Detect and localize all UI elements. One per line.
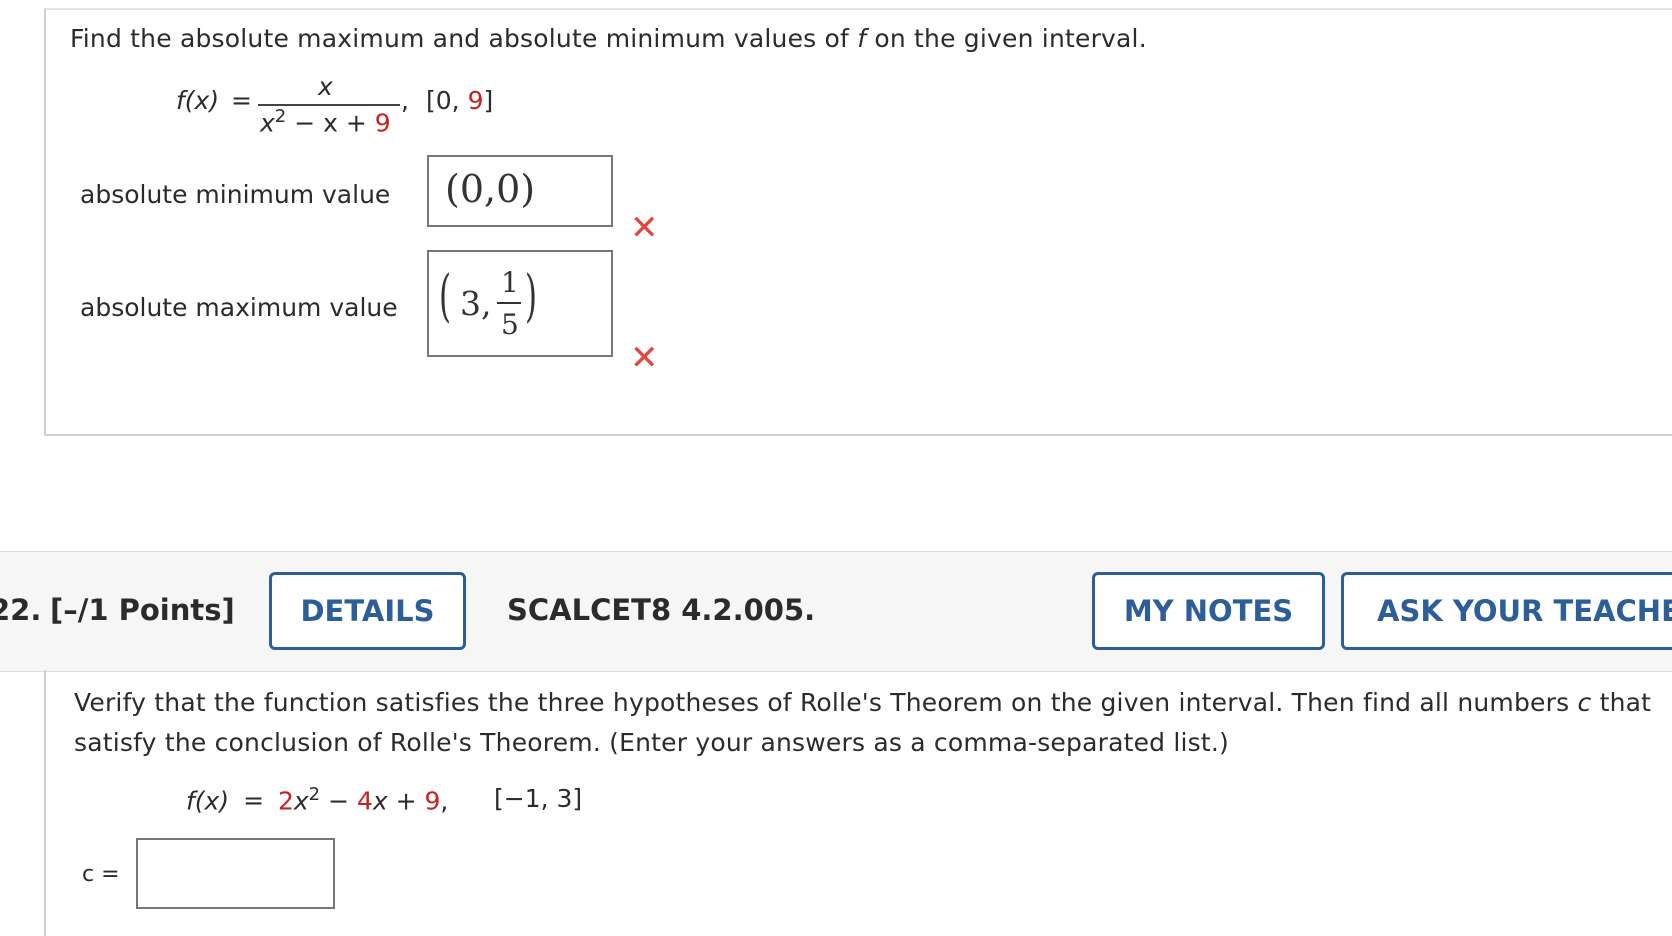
q2-prompt-line1: Verify that the function satisfies the t… (74, 688, 1672, 717)
q1-den-rest: − x + (286, 108, 375, 138)
q1-denominator: x2 − x + 9 (260, 106, 391, 137)
q1-comma: , (401, 86, 409, 115)
q1-interval: [0, 9] (426, 86, 493, 115)
q1-prompt-f: f (857, 24, 867, 53)
q2-prompt-c: c (1577, 688, 1592, 717)
q2-prompt-text-end: that (1591, 688, 1652, 717)
q1-prompt: Find the absolute maximum and absolute m… (70, 24, 1147, 53)
q2-fx: f(x) (186, 786, 230, 816)
q1-den-x: x (260, 108, 275, 138)
q2-lin-x: x (372, 786, 388, 816)
paren-left: ( (439, 264, 452, 329)
abs-min-answer-value: (0,0) (445, 167, 536, 211)
abs-max-fraction-bar (497, 302, 521, 304)
c-answer-input[interactable] (136, 838, 335, 909)
q2-number: 22. (0, 593, 42, 627)
question-1-panel (44, 8, 1672, 436)
q2-const: 9 (424, 786, 441, 816)
abs-max-answer-denominator: 5 (501, 308, 519, 341)
q1-prompt-text: Find the absolute maximum and absolute m… (70, 24, 858, 53)
q2-comma: , (440, 786, 449, 816)
q1-numerator: x (318, 72, 333, 101)
q2-prompt-text: Verify that the function satisfies the t… (74, 688, 1578, 717)
q1-interval-close: ] (483, 86, 494, 115)
q1-equals: = (231, 86, 252, 115)
abs-min-answer-field[interactable]: (0,0) (427, 155, 613, 227)
q2-x: x (293, 786, 309, 816)
abs-max-label: absolute maximum value (80, 293, 398, 322)
paren-right: ) (525, 264, 538, 329)
abs-max-answer-x: 3, (460, 284, 492, 323)
q2-points: [–/1 Points] (50, 593, 235, 627)
q2-interval: [−1, 3] (494, 784, 583, 813)
q1-interval-open: [0, (426, 86, 468, 115)
q1-prompt-text-end: on the given interval. (866, 24, 1147, 53)
q1-den-exp: 2 (274, 106, 287, 127)
q1-numerator-x: x (318, 72, 333, 101)
abs-min-label: absolute minimum value (80, 180, 391, 209)
q1-den-const: 9 (374, 108, 391, 138)
incorrect-icon: ✕ (630, 208, 659, 248)
q2-minus: − (320, 786, 357, 816)
q2-function: f(x) = 2x2 − 4x + 9, (186, 784, 448, 815)
ask-your-teacher-button[interactable]: ASK YOUR TEACHER (1341, 572, 1672, 650)
q2-plus: + (387, 786, 425, 816)
incorrect-icon: ✕ (630, 338, 659, 378)
q2-prompt-line2: satisfy the conclusion of Rolle's Theore… (74, 728, 1230, 757)
q1-fx: f(x) (176, 86, 220, 115)
abs-max-answer-numerator: 1 (501, 266, 519, 299)
c-label: c = (82, 862, 120, 887)
q2-coef: 2 (277, 786, 294, 816)
q2-lin-coef: 4 (356, 786, 373, 816)
abs-max-answer-field[interactable]: ( 3, 1 5 ) (427, 250, 613, 357)
q2-exp: 2 (308, 784, 321, 805)
q1-interval-end: 9 (467, 86, 484, 115)
q2-equals: = (243, 786, 265, 816)
q1-fx-label: f(x) (176, 86, 219, 115)
q2-code: SCALCET8 4.2.005. (507, 593, 816, 627)
details-button[interactable]: DETAILS (269, 572, 466, 650)
my-notes-button[interactable]: MY NOTES (1092, 572, 1325, 650)
